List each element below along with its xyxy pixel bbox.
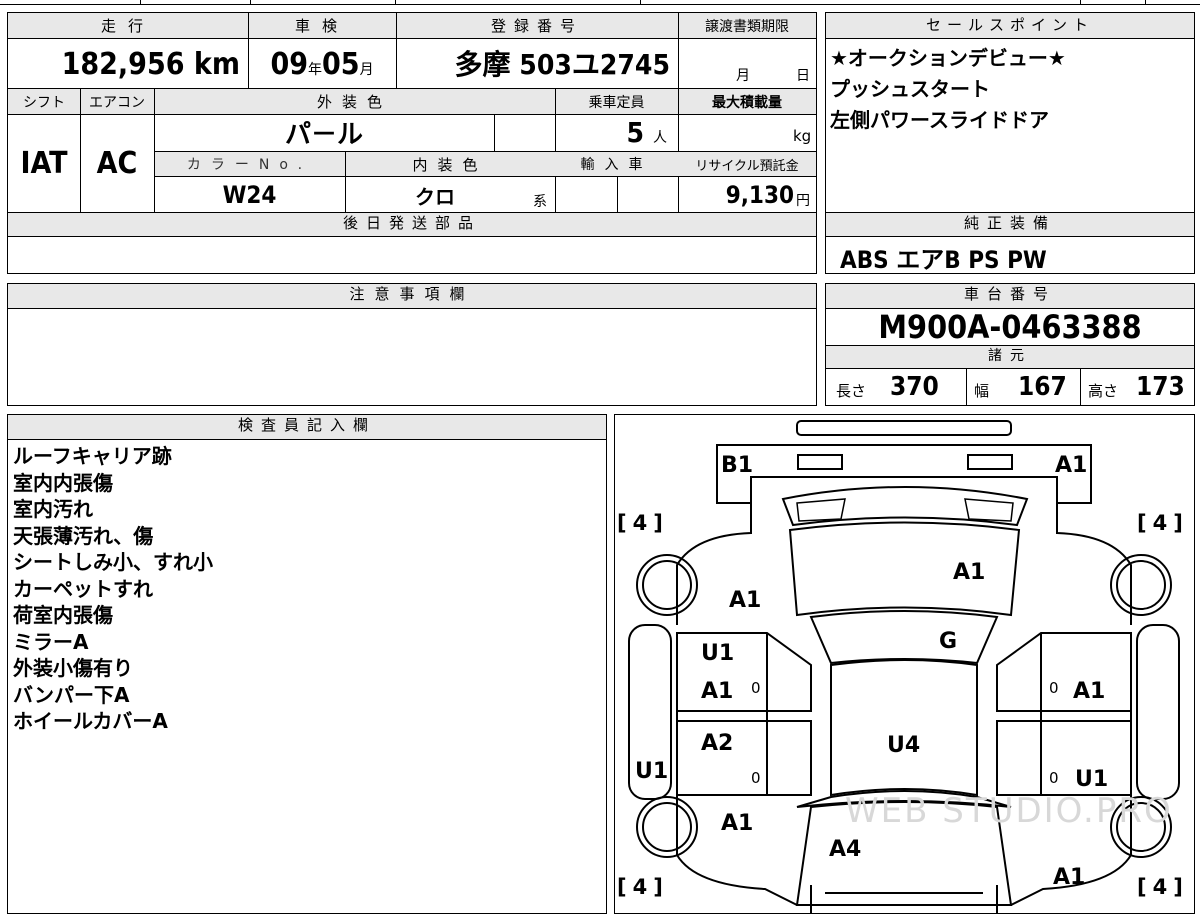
genuine-equipment-section: 純正装備 ABS エアB PS PW <box>825 212 1195 274</box>
shift-value: IAT <box>20 146 68 181</box>
recycle-fee-label: リサイクル預託金 <box>695 158 799 174</box>
sales-point-line: ★オークションデビュー★ <box>830 46 1066 70</box>
chassis-number-label: 車台番号 <box>826 284 1194 309</box>
note-line: 室内汚れ <box>13 497 93 521</box>
width-label: 幅 <box>974 382 990 400</box>
sales-points-section: セールスポイント ★オークションデビュー★ プッシュスタート 左側パワースライド… <box>825 12 1195 213</box>
exterior-color-value: パ－ル <box>284 120 363 150</box>
width-value: 167 <box>1018 372 1067 402</box>
inspection-value: 09年05月 <box>270 47 374 82</box>
registration-value: 多摩 503ユ2745 <box>454 48 670 81</box>
length-value: 370 <box>890 372 939 402</box>
vehicle-info-table: 走行 車検 登録番号 譲渡書類期限 182,956 km 09年05月 多摩 5… <box>7 12 817 214</box>
mark-floor: U4 <box>887 733 921 758</box>
note-line: 天張薄汚れ、傷 <box>13 523 154 548</box>
mark-rear-glass: G <box>939 629 958 654</box>
transfer-deadline-label: 譲渡書類期限 <box>705 18 789 35</box>
import-label: 輸入車 <box>580 157 653 173</box>
interior-color-label: 内装色 <box>412 155 488 174</box>
tire-depth-front-left: [4] <box>617 875 669 899</box>
mark-roof: A1 <box>953 560 986 585</box>
length-label: 長さ <box>836 382 867 400</box>
aircon-label: エアコン <box>89 94 145 111</box>
mark-zero: 0 <box>751 769 761 787</box>
chassis-specs-section: 車台番号 M900A-0463388 諸元 長さ 370 幅 167 高さ 17… <box>825 283 1195 406</box>
note-line: 荷室内張傷 <box>13 603 113 627</box>
mark-left-rear-door-1: U1 <box>701 641 735 666</box>
mark-zero: 0 <box>751 679 761 697</box>
mark-left-rear-quarter: A1 <box>729 588 762 613</box>
sales-points-label: セールスポイント <box>826 13 1194 39</box>
top-strip <box>0 0 1200 6</box>
inspector-notes-label: 検査員記入欄 <box>8 415 606 440</box>
exterior-color-label: 外装色 <box>316 93 392 111</box>
max-load-label: 最大積載量 <box>712 94 782 111</box>
mark-hood: A4 <box>829 837 862 862</box>
height-value: 173 <box>1136 372 1185 402</box>
sales-point-line: 左側パワースライドドア <box>830 108 1049 132</box>
caution-label: 注意事項欄 <box>8 284 816 309</box>
later-parts-label: 後日発送部品 <box>8 213 816 237</box>
watermark: WEB STUDIO.PRO <box>845 791 1173 831</box>
color-no-label: カラーNo. <box>186 157 313 173</box>
note-line: カーペットすれ <box>13 576 153 601</box>
mark-right-front-door: U1 <box>1075 767 1109 792</box>
interior-color-suffix: 系 <box>533 194 547 210</box>
genuine-equipment-value: ABS エアB PS PW <box>840 246 1047 274</box>
tire-depth-front-right: [4] <box>1137 875 1189 899</box>
note-line: 室内内張傷 <box>13 470 113 495</box>
mileage-value: 182,956 km <box>61 47 240 82</box>
mileage-label: 走行 <box>100 17 155 35</box>
height-label: 高さ <box>1088 382 1119 400</box>
shift-label: シフト <box>23 94 65 111</box>
genuine-equipment-label: 純正装備 <box>826 213 1194 237</box>
mark-left-front-fender: A1 <box>721 811 754 836</box>
tire-depth-rear-left: [4] <box>617 511 669 535</box>
car-diagram: [4] [4] [4] [4] B1 A1 A1 A1 G U1 A1 A2 A… <box>614 414 1195 914</box>
registration-label: 登録番号 <box>490 17 583 35</box>
mark-zero: 0 <box>1049 769 1059 787</box>
aircon-value: AC <box>96 146 138 181</box>
sales-point-line: プッシュスタート <box>830 77 990 101</box>
mark-zero: 0 <box>1049 679 1059 697</box>
later-parts-section: 後日発送部品 <box>7 212 817 274</box>
mark-left-rear-door-2: A1 <box>701 679 734 704</box>
recycle-fee-unit: 円 <box>796 193 810 209</box>
interior-color-value: クロ <box>415 184 455 209</box>
note-line: ホイールカバーA <box>13 709 168 733</box>
recycle-fee-value: 9,130 <box>725 181 794 209</box>
mark-right-front: A1 <box>1053 865 1086 890</box>
note-line: バンパー下A <box>13 682 130 707</box>
note-line: シートしみ小、すれ小 <box>13 550 213 574</box>
mark-rear-right: A1 <box>1055 453 1088 478</box>
tire-depth-rear-right: [4] <box>1137 511 1189 535</box>
mark-rear-left: B1 <box>721 453 754 478</box>
note-line: ルーフキャリア跡 <box>13 444 172 468</box>
capacity-unit: 人 <box>653 130 667 146</box>
color-no-value: W24 <box>222 181 277 209</box>
chassis-number-value: M900A-0463388 <box>878 307 1142 346</box>
caution-section: 注意事項欄 <box>7 283 817 406</box>
note-line: ミラーA <box>13 629 89 654</box>
specs-label: 諸元 <box>826 346 1194 368</box>
note-line: 外装小傷有り <box>13 656 133 680</box>
inspector-notes-section: 検査員記入欄 ルーフキャリア跡 室内内張傷 室内汚れ 天張薄汚れ、傷 シートしみ… <box>7 414 607 914</box>
mark-right-rear-door: A1 <box>1073 679 1106 704</box>
max-load-unit: kg <box>793 127 812 145</box>
capacity-label: 乗車定員 <box>588 94 645 111</box>
mark-left-side: U1 <box>635 759 669 784</box>
mark-left-front-door: A2 <box>701 731 734 756</box>
inspection-label: 車検 <box>294 17 349 35</box>
